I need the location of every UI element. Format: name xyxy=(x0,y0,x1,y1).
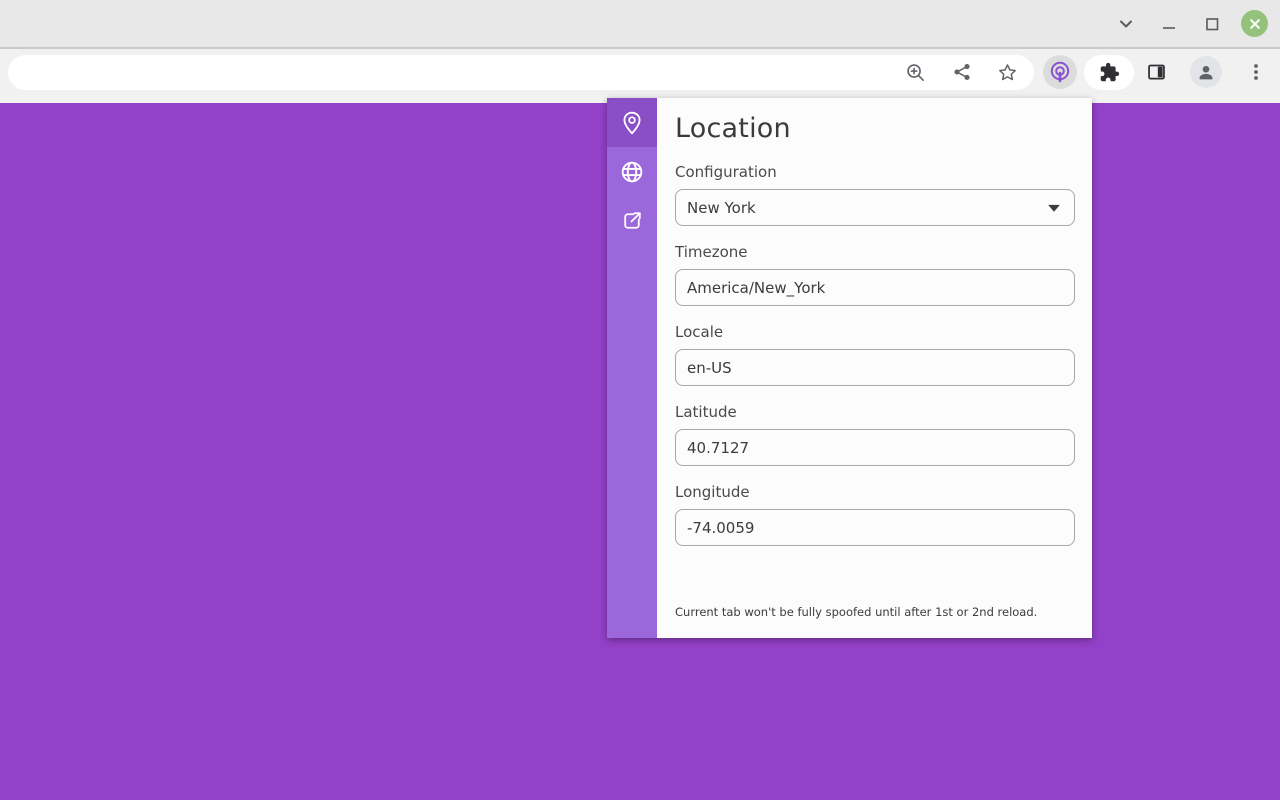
vytal-extension-button[interactable] xyxy=(1043,55,1077,89)
globe-icon xyxy=(619,159,645,185)
side-panel-icon xyxy=(1146,61,1167,83)
minimize-icon xyxy=(1160,15,1178,33)
configuration-label: Configuration xyxy=(675,163,1075,181)
puzzle-icon xyxy=(1099,62,1120,83)
external-link-icon xyxy=(620,208,645,233)
select-caret-icon xyxy=(1048,204,1060,212)
popup-title: Location xyxy=(675,113,1075,144)
latitude-label: Latitude xyxy=(675,403,1075,421)
timezone-input[interactable] xyxy=(675,269,1075,306)
star-icon xyxy=(997,62,1018,83)
titlebar xyxy=(0,0,1280,49)
maximize-icon xyxy=(1203,15,1221,33)
kebab-menu-icon xyxy=(1246,62,1266,82)
share-button[interactable] xyxy=(951,62,972,83)
profile-button[interactable] xyxy=(1190,56,1222,88)
window-minimize-button[interactable] xyxy=(1155,10,1182,37)
popup-note: Current tab won't be fully spoofed until… xyxy=(675,605,1075,619)
share-icon xyxy=(952,62,972,82)
sidebar-item-browser[interactable] xyxy=(607,147,657,196)
vytal-extension-icon xyxy=(1048,60,1072,84)
window-close-button[interactable] xyxy=(1241,10,1268,37)
latitude-input[interactable] xyxy=(675,429,1075,466)
longitude-input[interactable] xyxy=(675,509,1075,546)
locale-label: Locale xyxy=(675,323,1075,341)
sidebar-item-external-link[interactable] xyxy=(607,196,657,245)
longitude-label: Longitude xyxy=(675,483,1075,501)
location-pin-icon xyxy=(619,110,645,136)
locale-input[interactable] xyxy=(675,349,1075,386)
toolbar-right-group xyxy=(1146,56,1266,88)
address-bar[interactable] xyxy=(8,55,1034,90)
timezone-label: Timezone xyxy=(675,243,1075,261)
window-maximize-button[interactable] xyxy=(1198,10,1225,37)
bookmark-button[interactable] xyxy=(997,62,1018,83)
zoom-in-icon xyxy=(905,62,926,83)
popup-sidebar xyxy=(607,98,657,638)
chevron-down-icon xyxy=(1116,14,1136,34)
avatar-icon xyxy=(1195,61,1217,83)
side-panel-button[interactable] xyxy=(1146,62,1167,83)
extensions-menu-button[interactable] xyxy=(1084,55,1134,90)
close-icon xyxy=(1248,17,1262,31)
extension-popup: Location Configuration New York Timezone… xyxy=(607,98,1092,638)
configuration-select[interactable]: New York xyxy=(675,189,1075,226)
window-chevron-down-button[interactable] xyxy=(1112,10,1139,37)
browser-toolbar xyxy=(0,49,1280,95)
zoom-button[interactable] xyxy=(905,62,926,83)
configuration-selected-value: New York xyxy=(687,199,756,217)
browser-menu-button[interactable] xyxy=(1245,62,1266,83)
popup-main: Location Configuration New York Timezone… xyxy=(657,98,1092,638)
sidebar-item-location[interactable] xyxy=(607,98,657,147)
